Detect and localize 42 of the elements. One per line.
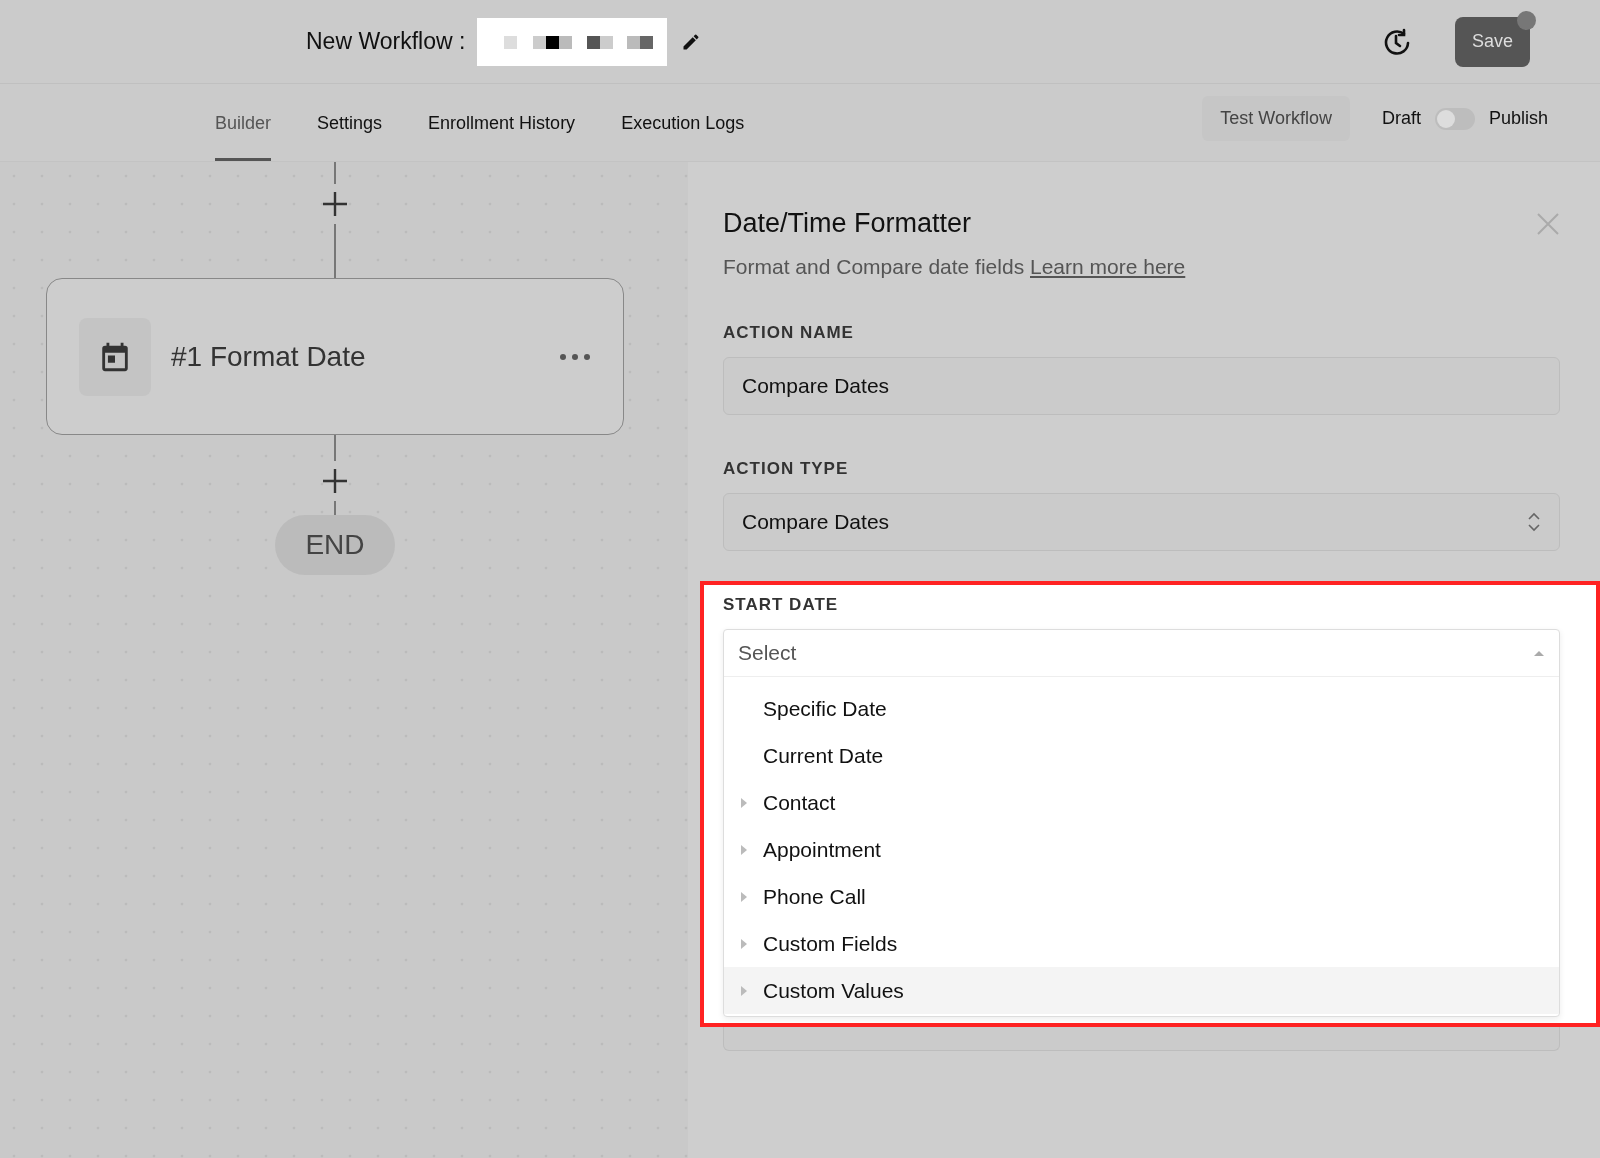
expand-arrow-icon[interactable] — [740, 844, 747, 855]
end-node: END — [275, 515, 395, 575]
status-dot — [1517, 10, 1536, 30]
dropdown-option[interactable]: Custom Values — [724, 967, 1559, 1014]
step-title: #1 Format Date — [171, 340, 367, 373]
tab[interactable]: Enrollment History — [428, 88, 576, 161]
select-field[interactable]: Compare Dates — [723, 493, 1560, 551]
publish-toggle[interactable] — [1434, 107, 1475, 130]
calendar-icon — [79, 317, 151, 396]
dropdown-option[interactable]: Custom Fields — [724, 920, 1559, 967]
field-label: ACTION TYPE — [723, 459, 850, 479]
workflow-title: New Workflow : — [306, 28, 466, 55]
dropdown-option[interactable]: Phone Call — [724, 873, 1559, 920]
expand-arrow-icon[interactable] — [740, 985, 747, 996]
save-button[interactable]: Save — [1455, 16, 1530, 67]
expand-arrow-icon[interactable] — [740, 891, 747, 902]
publish-label: Publish — [1488, 108, 1548, 129]
dropdown-option[interactable]: Appointment — [724, 826, 1559, 873]
caret-icon — [1533, 649, 1545, 657]
input-field[interactable]: Compare Dates — [723, 357, 1560, 415]
panel-subtitle: Format and Compare date fields — [723, 255, 1025, 278]
dropdown-option[interactable]: Contact — [724, 779, 1559, 826]
draft-label: Draft — [1381, 108, 1421, 129]
tab[interactable]: Execution Logs — [621, 88, 745, 161]
field-label: START DATE — [723, 594, 840, 615]
expand-arrow-icon[interactable] — [740, 938, 747, 949]
learn-more-link[interactable]: Learn more here — [1030, 255, 1186, 278]
more-icon[interactable] — [559, 352, 591, 361]
step-card[interactable]: #1 Format Date — [46, 278, 624, 435]
panel-title: Date/Time Formatter — [723, 208, 972, 239]
close-icon[interactable] — [1536, 211, 1560, 236]
select-field[interactable]: Select — [724, 630, 1559, 677]
dropdown-option[interactable]: Current Date — [724, 732, 1559, 779]
add-step-icon[interactable] — [321, 467, 349, 495]
expand-arrow-icon[interactable] — [740, 797, 747, 808]
test-workflow-button[interactable]: Test Workflow — [1202, 96, 1350, 141]
field-label: ACTION NAME — [723, 323, 855, 343]
select-field[interactable] — [723, 1027, 1560, 1051]
chevron-icon — [1527, 510, 1541, 534]
add-step-icon[interactable] — [321, 190, 349, 218]
tab[interactable]: Settings — [317, 88, 383, 161]
dropdown-option[interactable]: Specific Date — [724, 685, 1559, 732]
